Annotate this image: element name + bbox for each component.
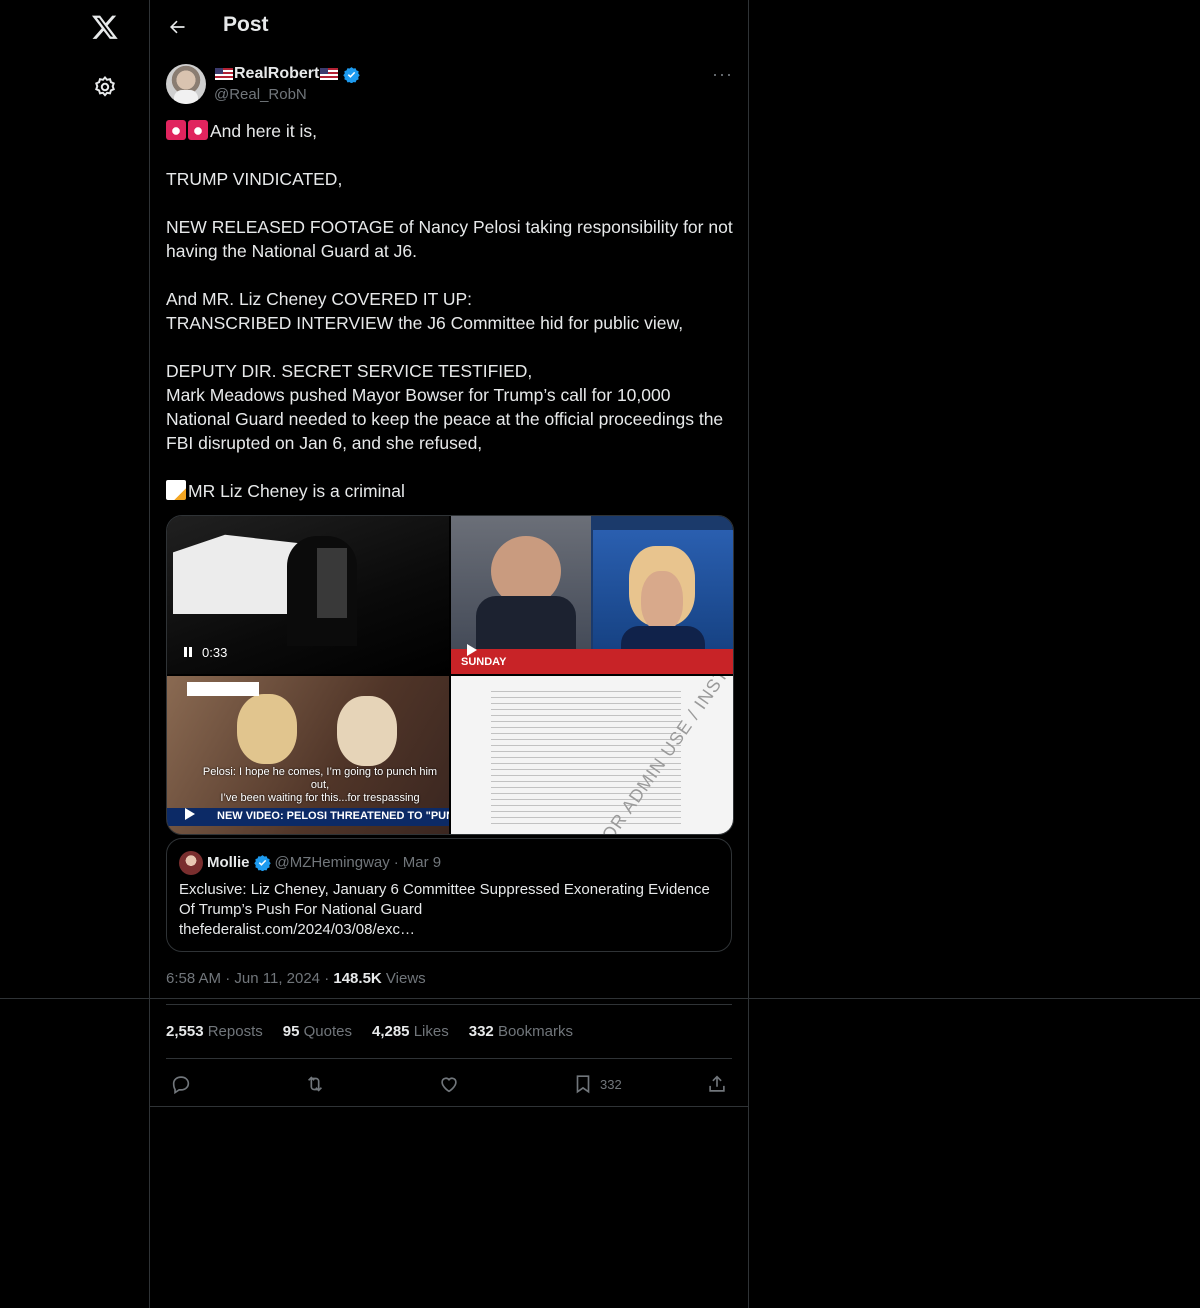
like-button[interactable] bbox=[438, 1070, 460, 1098]
engagement-stats: 2,553 Reposts 95 Quotes 4,285 Likes 332 … bbox=[166, 1023, 573, 1040]
us-flag-icon bbox=[320, 68, 339, 80]
bookmark-count: 332 bbox=[600, 1076, 622, 1092]
author-handle[interactable]: @Real_RobN bbox=[214, 86, 307, 103]
quoted-date[interactable]: Mar 9 bbox=[403, 854, 441, 871]
share-icon bbox=[709, 1075, 725, 1092]
avatar[interactable] bbox=[166, 64, 206, 104]
display-name[interactable]: RealRobert bbox=[234, 65, 319, 83]
divider bbox=[166, 1058, 732, 1059]
quoted-header: Mollie @MZHemingway · Mar 9 bbox=[207, 854, 442, 871]
verified-icon bbox=[343, 66, 361, 83]
video-tile-1[interactable]: 0:33 bbox=[167, 516, 449, 674]
siren-emoji-icon bbox=[166, 120, 186, 140]
play-icon[interactable] bbox=[461, 640, 481, 660]
post-date[interactable]: Jun 11, 2024 bbox=[234, 970, 320, 987]
quoted-post[interactable]: Mollie @MZHemingway · Mar 9 Exclusive: L… bbox=[166, 838, 732, 952]
views-label: Views bbox=[385, 970, 426, 987]
repost-button[interactable] bbox=[304, 1070, 326, 1098]
verified-icon bbox=[253, 855, 271, 871]
video-caption: Pelosi: I hope he comes, I’m going to pu… bbox=[202, 766, 438, 804]
back-arrow-icon[interactable] bbox=[167, 17, 187, 37]
us-flag-icon bbox=[215, 68, 233, 80]
more-icon[interactable]: ··· bbox=[712, 64, 734, 86]
quoted-text: Exclusive: Liz Cheney, January 6 Committ… bbox=[179, 880, 719, 940]
post-column: Post RealRobert @Real_RobN ··· And here … bbox=[149, 0, 749, 1308]
quoted-link[interactable]: thefederalist.com/2024/03/08/exc… bbox=[179, 920, 719, 940]
video-tile-2[interactable]: SUNDAY bbox=[451, 516, 733, 674]
gear-icon[interactable] bbox=[93, 75, 117, 99]
memo-emoji-icon bbox=[166, 480, 186, 500]
video-tile-3[interactable]: Pelosi: I hope he comes, I’m going to pu… bbox=[167, 676, 449, 834]
quoted-body: Exclusive: Liz Cheney, January 6 Committ… bbox=[179, 881, 710, 918]
quoted-display-name[interactable]: Mollie bbox=[207, 854, 250, 871]
siren-emoji-icon bbox=[188, 120, 208, 140]
video-timer-badge[interactable]: 0:33 bbox=[176, 642, 233, 662]
bookmark-icon bbox=[576, 1075, 590, 1094]
post-body: And here it is, TRUMP VINDICATED, NEW RE… bbox=[166, 121, 733, 453]
cnn-tag bbox=[187, 682, 259, 696]
share-button[interactable] bbox=[706, 1070, 728, 1098]
pause-icon[interactable] bbox=[182, 646, 194, 658]
page-title: Post bbox=[223, 13, 269, 36]
play-icon[interactable] bbox=[179, 804, 199, 824]
divider bbox=[166, 1004, 732, 1005]
reposts-stat[interactable]: 2,553 Reposts bbox=[166, 1023, 263, 1040]
action-bar: 332 bbox=[166, 1070, 732, 1098]
quotes-stat[interactable]: 95 Quotes bbox=[283, 1023, 352, 1040]
views-count: 148.5K bbox=[333, 970, 382, 987]
post-meta: 6:58 AM · Jun 11, 2024 · 148.5K Views bbox=[166, 970, 426, 987]
reply-button[interactable] bbox=[170, 1070, 192, 1098]
post-time[interactable]: 6:58 AM bbox=[166, 970, 221, 987]
author-name-row[interactable]: RealRobert bbox=[214, 65, 361, 83]
likes-stat[interactable]: 4,285 Likes bbox=[372, 1023, 449, 1040]
reply-icon bbox=[172, 1076, 190, 1095]
repost-icon bbox=[307, 1076, 323, 1092]
bookmarks-stat[interactable]: 332 Bookmarks bbox=[469, 1023, 573, 1040]
post-text: And here it is, TRUMP VINDICATED, NEW RE… bbox=[166, 119, 736, 503]
x-logo-icon[interactable] bbox=[91, 13, 119, 41]
post-last-line: MR Liz Cheney is a criminal bbox=[188, 481, 405, 501]
bookmark-button[interactable]: 332 bbox=[572, 1070, 622, 1098]
media-grid: 0:33 SUNDAY Pelosi: I hope he comes, I’m… bbox=[166, 515, 734, 835]
page-divider bbox=[0, 998, 1200, 999]
like-icon bbox=[441, 1077, 457, 1093]
divider bbox=[150, 1106, 748, 1107]
news-banner: NEW VIDEO: PELOSI THREATENED TO "PUNCH O… bbox=[217, 810, 449, 822]
left-nav bbox=[0, 0, 149, 1308]
document-image-tile[interactable]: FOR ADMIN USE / INSTITUTE bbox=[451, 676, 733, 834]
video-time: 0:33 bbox=[202, 644, 228, 660]
top-bar: Post bbox=[150, 0, 748, 53]
quoted-avatar[interactable] bbox=[179, 851, 203, 875]
quoted-handle[interactable]: @MZHemingway bbox=[275, 854, 390, 871]
